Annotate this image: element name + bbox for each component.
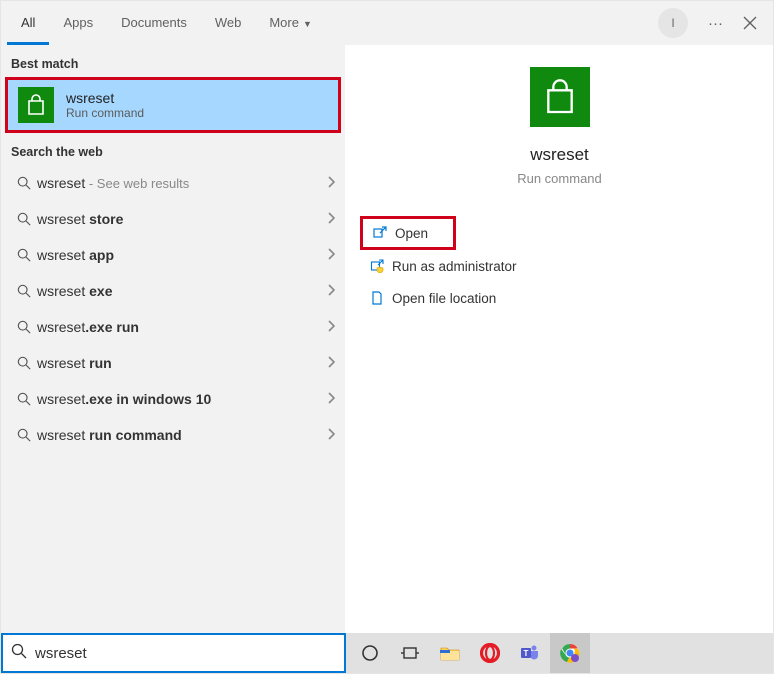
search-icon xyxy=(11,248,37,262)
preview-panel: wsreset Run command Open Run as administ… xyxy=(346,45,773,633)
tabs-bar: All Apps Documents Web More▼ I ··· xyxy=(1,1,773,45)
tab-more[interactable]: More▼ xyxy=(255,1,326,45)
web-result[interactable]: wsreset run command xyxy=(1,417,345,453)
chevron-right-icon xyxy=(327,284,335,299)
taskbar-cortana-icon[interactable] xyxy=(350,633,390,673)
action-run-admin[interactable]: Run as administrator xyxy=(360,250,759,282)
taskbar-chrome-icon[interactable] xyxy=(550,633,590,673)
web-result-text: wsreset exe xyxy=(37,283,327,299)
chevron-right-icon xyxy=(327,392,335,407)
search-icon xyxy=(11,356,37,370)
chevron-right-icon xyxy=(327,176,335,191)
web-result-text: wsreset run command xyxy=(37,427,327,443)
search-web-header: Search the web xyxy=(1,133,345,165)
web-result-text: wsreset.exe in windows 10 xyxy=(37,391,327,407)
user-avatar[interactable]: I xyxy=(658,8,688,38)
web-result-text: wsreset - See web results xyxy=(37,175,327,191)
web-result[interactable]: wsreset exe xyxy=(1,273,345,309)
action-open-location[interactable]: Open file location xyxy=(360,282,759,314)
chevron-right-icon xyxy=(327,428,335,443)
best-match-title: wsreset xyxy=(66,90,144,106)
web-result[interactable]: wsreset run xyxy=(1,345,345,381)
web-result-text: wsreset app xyxy=(37,247,327,263)
best-match-header: Best match xyxy=(1,45,345,77)
search-icon xyxy=(11,176,37,190)
action-open-location-label: Open file location xyxy=(392,291,496,306)
preview-subtitle: Run command xyxy=(517,171,602,186)
svg-text:T: T xyxy=(524,649,529,658)
web-result[interactable]: wsreset store xyxy=(1,201,345,237)
web-result[interactable]: wsreset.exe run xyxy=(1,309,345,345)
search-icon xyxy=(11,320,37,334)
preview-store-icon xyxy=(530,67,590,127)
shield-icon xyxy=(370,259,392,273)
web-result[interactable]: wsreset.exe in windows 10 xyxy=(1,381,345,417)
web-result-text: wsreset.exe run xyxy=(37,319,327,335)
taskbar-explorer-icon[interactable] xyxy=(430,633,470,673)
search-input[interactable] xyxy=(35,645,336,662)
taskbar: T xyxy=(346,633,773,673)
best-match-result[interactable]: wsreset Run command xyxy=(5,77,341,133)
more-options-icon[interactable]: ··· xyxy=(698,15,733,32)
chevron-right-icon xyxy=(327,356,335,371)
tab-web[interactable]: Web xyxy=(201,1,256,45)
web-result-text: wsreset store xyxy=(37,211,327,227)
chevron-right-icon xyxy=(327,212,335,227)
taskbar-teams-icon[interactable]: T xyxy=(510,633,550,673)
preview-title: wsreset xyxy=(530,145,589,165)
action-open[interactable]: Open xyxy=(360,216,456,250)
taskbar-taskview-icon[interactable] xyxy=(390,633,430,673)
close-button[interactable] xyxy=(733,16,767,30)
chevron-right-icon xyxy=(327,320,335,335)
web-result-text: wsreset run xyxy=(37,355,327,371)
search-icon xyxy=(11,284,37,298)
search-icon xyxy=(11,643,27,664)
search-icon xyxy=(11,428,37,442)
best-match-subtitle: Run command xyxy=(66,106,144,120)
search-icon xyxy=(11,392,37,406)
search-icon xyxy=(11,212,37,226)
tab-documents[interactable]: Documents xyxy=(107,1,201,45)
search-box[interactable] xyxy=(1,633,346,673)
open-icon xyxy=(373,226,395,240)
results-panel: Best match wsreset Run command Search th… xyxy=(1,45,346,633)
store-icon xyxy=(18,87,54,123)
caret-down-icon: ▼ xyxy=(303,19,312,29)
action-open-label: Open xyxy=(395,226,428,241)
web-result[interactable]: wsreset - See web results xyxy=(1,165,345,201)
tab-all[interactable]: All xyxy=(7,1,49,45)
action-run-admin-label: Run as administrator xyxy=(392,259,517,274)
web-result[interactable]: wsreset app xyxy=(1,237,345,273)
taskbar-opera-icon[interactable] xyxy=(470,633,510,673)
tab-apps[interactable]: Apps xyxy=(49,1,107,45)
file-icon xyxy=(370,291,392,305)
chevron-right-icon xyxy=(327,248,335,263)
